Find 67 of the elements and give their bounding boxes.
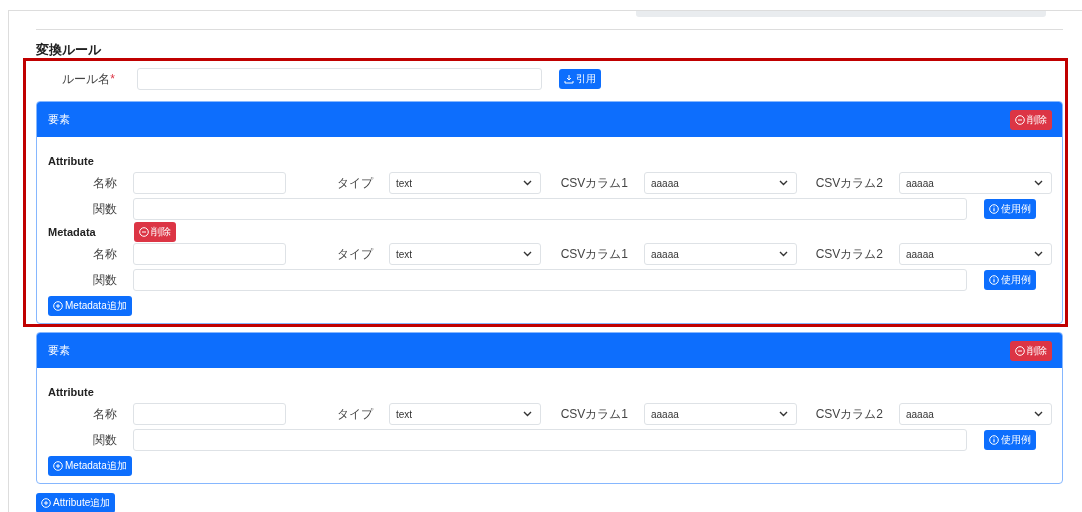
chevron-down-icon bbox=[779, 251, 788, 257]
field-label: タイプ bbox=[337, 405, 375, 423]
csv-column-select[interactable]: aaaaa bbox=[899, 403, 1052, 425]
delete-button[interactable]: 削除 bbox=[133, 222, 176, 242]
field-label: 関数 bbox=[92, 200, 118, 218]
info-circle-icon bbox=[989, 275, 999, 285]
field-label: 名称 bbox=[93, 174, 118, 192]
field-label: タイプ bbox=[337, 245, 375, 263]
add-attribute-button[interactable]: Attribute追加 bbox=[36, 493, 116, 512]
type-select[interactable]: text bbox=[389, 403, 541, 425]
usage-example-button[interactable]: 使用例 bbox=[984, 199, 1036, 219]
function-input-field[interactable] bbox=[133, 269, 967, 291]
chevron-down-icon bbox=[523, 411, 532, 417]
group-heading: Attribute bbox=[48, 155, 94, 167]
chevron-down-icon bbox=[779, 180, 788, 186]
field-label: CSVカラム1 bbox=[560, 245, 629, 263]
field-label: CSVカラム2 bbox=[815, 174, 884, 192]
function-input-field[interactable] bbox=[133, 429, 967, 451]
plus-circle-icon bbox=[53, 461, 63, 471]
rule-name-input-field[interactable] bbox=[137, 68, 542, 90]
plus-circle-icon bbox=[41, 498, 51, 508]
chevron-down-icon bbox=[523, 180, 532, 186]
chevron-down-icon bbox=[1034, 411, 1043, 417]
card-title: 要素 bbox=[48, 343, 70, 358]
usage-example-button[interactable]: 使用例 bbox=[984, 430, 1036, 450]
add-metadata-button[interactable]: Metadata追加 bbox=[48, 456, 132, 476]
csv-column-select[interactable]: aaaaa bbox=[644, 403, 797, 425]
field-label: 名称 bbox=[93, 245, 118, 263]
usage-example-button[interactable]: 使用例 bbox=[984, 270, 1036, 290]
info-circle-icon bbox=[989, 204, 999, 214]
field-label: 名称 bbox=[93, 405, 118, 423]
import-button[interactable]: 引用 bbox=[559, 69, 601, 89]
csv-column-select[interactable]: aaaaa bbox=[899, 172, 1052, 194]
plus-circle-icon bbox=[53, 301, 63, 311]
type-select[interactable]: text bbox=[389, 172, 541, 194]
name-input-field[interactable] bbox=[133, 243, 286, 265]
csv-column-select[interactable]: aaaaa bbox=[899, 243, 1052, 265]
type-select[interactable]: text bbox=[389, 243, 541, 265]
function-input-field[interactable] bbox=[133, 198, 967, 220]
name-input-field[interactable] bbox=[133, 403, 286, 425]
minus-circle-icon bbox=[1015, 345, 1025, 356]
chevron-down-icon bbox=[523, 251, 532, 257]
chevron-down-icon bbox=[1034, 251, 1043, 257]
field-label: CSVカラム2 bbox=[815, 245, 884, 263]
field-label: CSVカラム1 bbox=[560, 174, 629, 192]
csv-column-select[interactable]: aaaaa bbox=[644, 172, 797, 194]
group-heading: Metadata bbox=[48, 226, 96, 238]
add-metadata-button[interactable]: Metadata追加 bbox=[48, 296, 132, 316]
delete-button[interactable]: 削除 bbox=[1010, 340, 1052, 361]
field-label: 関数 bbox=[92, 431, 118, 449]
chevron-down-icon bbox=[1034, 180, 1043, 186]
csv-column-select[interactable]: aaaaa bbox=[644, 243, 797, 265]
chevron-down-icon bbox=[779, 411, 788, 417]
rule-name-label: ルール名* bbox=[61, 70, 116, 88]
download-icon bbox=[564, 74, 574, 84]
minus-circle-icon bbox=[1015, 114, 1025, 125]
section-title: 変換ルール bbox=[36, 41, 102, 58]
field-label: タイプ bbox=[337, 174, 375, 192]
field-label: 関数 bbox=[92, 271, 118, 289]
field-label: CSVカラム2 bbox=[815, 405, 884, 423]
delete-button[interactable]: 削除 bbox=[1010, 109, 1052, 130]
group-heading: Attribute bbox=[48, 386, 94, 398]
field-label: CSVカラム1 bbox=[560, 405, 629, 423]
card-title: 要素 bbox=[48, 112, 70, 127]
name-input-field[interactable] bbox=[133, 172, 286, 194]
minus-circle-icon bbox=[138, 227, 149, 237]
info-circle-icon bbox=[989, 435, 999, 445]
